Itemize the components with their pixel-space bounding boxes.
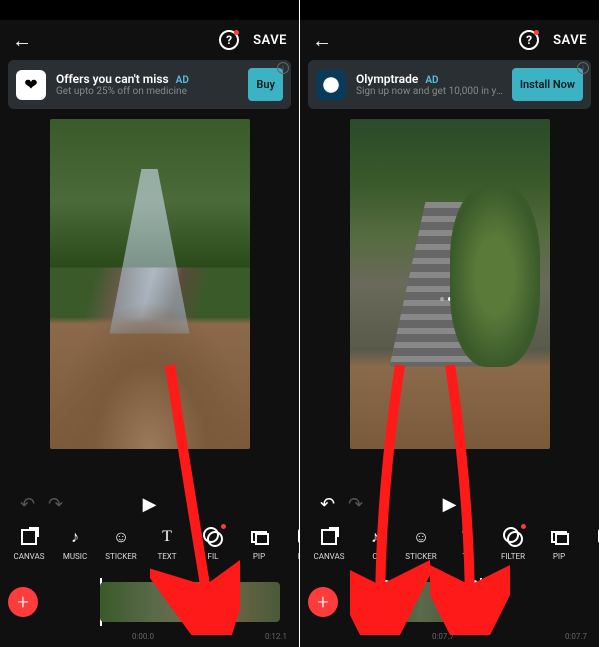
- undo-icon[interactable]: ↶: [20, 494, 35, 515]
- ad-subtitle: Sign up now and get 10,000 in your demo …: [356, 86, 504, 97]
- tool-filter[interactable]: FIL: [190, 526, 236, 561]
- ad-text: Offers you can't miss AD Get upto 25% of…: [56, 72, 240, 97]
- ad-app-icon: ❤: [16, 70, 46, 100]
- status-bar: [300, 0, 599, 20]
- precut-icon: [298, 528, 299, 546]
- save-button[interactable]: SAVE: [253, 33, 287, 48]
- playback-controls: ↶ ↷ ▶: [300, 486, 599, 522]
- tool-pre[interactable]: [582, 526, 599, 552]
- ad-label: AD: [176, 75, 189, 86]
- clip-duration: 7.7: [439, 584, 456, 595]
- ad-title: Offers you can't miss: [56, 72, 169, 86]
- ad-banner[interactable]: ❤ Offers you can't miss AD Get upto 25% …: [8, 60, 291, 109]
- top-bar: ← ? SAVE: [300, 20, 599, 60]
- sticker-icon: ☺: [410, 526, 432, 548]
- video-preview[interactable]: [300, 115, 599, 486]
- timeline-row: +: [0, 572, 299, 632]
- ad-banner[interactable]: Olymptrade AD Sign up now and get 10,000…: [308, 60, 591, 109]
- precut-icon: [598, 528, 599, 546]
- pip-icon: [251, 531, 267, 543]
- tool-bar: CANVAS ♪C ☺STICKER TTE FILTER PIP: [300, 522, 599, 572]
- playhead[interactable]: [480, 578, 482, 626]
- back-icon[interactable]: ←: [12, 28, 32, 53]
- timeline-row: + 7.7: [300, 572, 599, 632]
- ad-label: AD: [425, 75, 438, 86]
- tool-canvas[interactable]: CANVAS: [6, 526, 52, 561]
- tool-pip[interactable]: PIP: [536, 526, 582, 561]
- canvas-icon: [21, 529, 37, 545]
- tool-music[interactable]: ♪MUSIC: [52, 526, 98, 561]
- ad-subtitle: Get upto 25% off on medicine: [56, 86, 240, 97]
- music-icon: ♪: [64, 526, 86, 548]
- time-current: 0:07.7: [432, 632, 454, 641]
- ad-info-icon[interactable]: i: [577, 62, 589, 74]
- pip-icon: [551, 531, 567, 543]
- redo-icon[interactable]: ↷: [348, 494, 363, 515]
- video-clip[interactable]: [100, 582, 280, 622]
- undo-icon[interactable]: ↶: [320, 494, 335, 515]
- save-button[interactable]: SAVE: [553, 33, 587, 48]
- status-bar: [0, 0, 299, 20]
- tool-text[interactable]: TTEXT: [144, 526, 190, 561]
- ad-text: Olymptrade AD Sign up now and get 10,000…: [356, 72, 504, 97]
- tool-sticker[interactable]: ☺STICKER: [398, 526, 444, 561]
- tool-text[interactable]: TTE: [444, 526, 490, 561]
- editor-pane-right: ← ? SAVE Olymptrade AD Sign up now and g…: [300, 0, 600, 647]
- filter-icon: [205, 529, 221, 545]
- video-clip[interactable]: 7.7: [380, 582, 460, 622]
- trim-handle-right[interactable]: [464, 580, 478, 624]
- time-total: 0:07.7: [565, 632, 587, 641]
- text-icon: T: [156, 526, 178, 548]
- video-frame: [50, 119, 250, 449]
- help-icon[interactable]: ?: [219, 30, 239, 50]
- tool-filter[interactable]: FILTER: [490, 526, 536, 561]
- tool-sticker[interactable]: ☺STICKER: [98, 526, 144, 561]
- redo-icon[interactable]: ↷: [48, 494, 63, 515]
- ad-app-icon: [316, 70, 346, 100]
- top-bar: ← ? SAVE: [0, 20, 299, 60]
- time-current: 0:00.0: [132, 632, 154, 641]
- ad-info-icon[interactable]: i: [277, 62, 289, 74]
- editor-pane-left: ← ? SAVE ❤ Offers you can't miss AD Get …: [0, 0, 300, 647]
- video-preview[interactable]: [0, 115, 299, 486]
- time-total: 0:12.1: [265, 632, 287, 641]
- timecodes: 0:07.7 0:07.7: [300, 632, 599, 647]
- help-icon[interactable]: ?: [519, 30, 539, 50]
- text-icon: T: [456, 526, 478, 548]
- canvas-icon: [321, 529, 337, 545]
- ad-title: Olymptrade: [356, 72, 418, 86]
- tool-pre[interactable]: PRE: [282, 526, 299, 561]
- timeline[interactable]: 7.7: [350, 582, 591, 622]
- page-indicator: [440, 297, 460, 301]
- timeline[interactable]: [50, 582, 291, 622]
- tool-bar: CANVAS ♪MUSIC ☺STICKER TTEXT FIL PIP PRE: [0, 522, 299, 572]
- music-icon: ♪: [364, 526, 386, 548]
- ad-cta-button[interactable]: Buy: [248, 68, 283, 101]
- playback-controls: ↶ ↷ ▶: [0, 486, 299, 522]
- filter-icon: [505, 529, 521, 545]
- video-frame: [350, 119, 550, 449]
- play-icon[interactable]: ▶: [143, 494, 157, 515]
- ad-cta-button[interactable]: Install Now: [512, 68, 583, 101]
- play-icon[interactable]: ▶: [443, 494, 457, 515]
- tool-music[interactable]: ♪C: [352, 526, 398, 561]
- tool-pip[interactable]: PIP: [236, 526, 282, 561]
- tool-canvas[interactable]: CANVAS: [306, 526, 352, 561]
- add-clip-button[interactable]: +: [308, 587, 338, 617]
- add-clip-button[interactable]: +: [8, 587, 38, 617]
- sticker-icon: ☺: [110, 526, 132, 548]
- back-icon[interactable]: ←: [312, 28, 332, 53]
- timecodes: 0:00.0 0:12.1: [0, 632, 299, 647]
